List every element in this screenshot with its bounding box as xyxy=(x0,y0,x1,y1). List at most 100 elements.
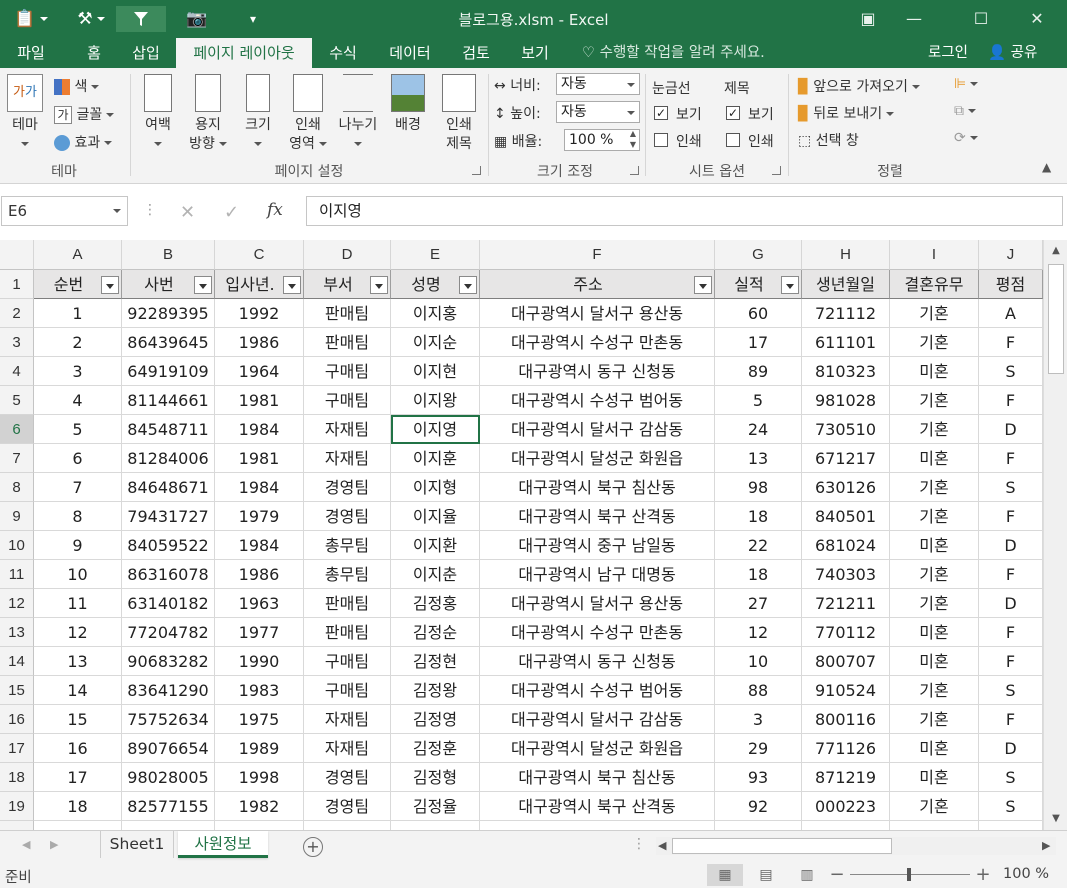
table-cell[interactable]: S xyxy=(979,357,1043,386)
table-cell[interactable]: 60 xyxy=(715,299,802,328)
filter-dropdown-icon[interactable] xyxy=(459,276,477,294)
vertical-scroll-thumb[interactable] xyxy=(1048,264,1064,374)
align-icon[interactable]: ⊫ xyxy=(954,76,979,92)
table-cell[interactable] xyxy=(391,821,480,830)
table-cell[interactable]: 대구광역시 달서구 감삼동 xyxy=(480,415,715,444)
name-box[interactable]: E6 xyxy=(1,196,128,226)
table-cell[interactable]: 경영팀 xyxy=(304,502,391,531)
table-cell[interactable]: 000223 xyxy=(802,792,890,821)
header-cell[interactable]: 생년월일 xyxy=(802,270,890,299)
scale-spinner[interactable]: 100 % ▲ ▼ xyxy=(564,129,640,151)
column-header[interactable]: B xyxy=(122,240,215,270)
table-cell[interactable]: 1998 xyxy=(215,763,304,792)
table-cell[interactable]: F xyxy=(979,328,1043,357)
tab-page-layout[interactable]: 페이지 레이아웃 xyxy=(176,38,312,68)
headings-view-checkbox[interactable]: ✓ xyxy=(726,106,740,120)
table-cell[interactable]: 기혼 xyxy=(890,473,979,502)
table-cell[interactable]: S xyxy=(979,792,1043,821)
theme-fonts-button[interactable]: 가 글꼴 xyxy=(54,104,115,124)
tab-split-handle[interactable]: ⋮ xyxy=(632,836,646,852)
column-header[interactable]: F xyxy=(480,240,715,270)
table-cell[interactable]: 자재팀 xyxy=(304,705,391,734)
table-cell[interactable]: 13 xyxy=(715,444,802,473)
header-cell[interactable]: 순번 xyxy=(34,270,122,299)
table-cell[interactable]: 1992 xyxy=(215,299,304,328)
cancel-icon[interactable]: ✕ xyxy=(180,202,195,223)
table-cell[interactable]: 이지홍 xyxy=(391,299,480,328)
table-cell[interactable] xyxy=(802,821,890,830)
table-cell[interactable]: 81144661 xyxy=(122,386,215,415)
column-header[interactable]: D xyxy=(304,240,391,270)
table-cell[interactable]: 75752634 xyxy=(122,705,215,734)
filter-dropdown-icon[interactable] xyxy=(781,276,799,294)
table-cell[interactable]: 81284006 xyxy=(122,444,215,473)
table-cell[interactable]: 611101 xyxy=(802,328,890,357)
table-cell[interactable]: 82577155 xyxy=(122,792,215,821)
table-cell[interactable]: 840501 xyxy=(802,502,890,531)
table-cell[interactable]: 1977 xyxy=(215,618,304,647)
table-cell[interactable]: 84059522 xyxy=(122,531,215,560)
table-cell[interactable]: 9 xyxy=(34,531,122,560)
scroll-left-icon[interactable]: ◀ xyxy=(658,839,666,852)
filter-dropdown-icon[interactable] xyxy=(694,276,712,294)
table-cell[interactable]: 대구광역시 북구 침산동 xyxy=(480,763,715,792)
prev-sheet-icon[interactable]: ◀ xyxy=(22,838,30,851)
table-cell[interactable]: 경영팀 xyxy=(304,792,391,821)
table-cell[interactable]: 대구광역시 달성군 화원읍 xyxy=(480,734,715,763)
send-backward-button[interactable]: ▉ 뒤로 보내기 xyxy=(798,103,895,123)
table-cell[interactable]: 기혼 xyxy=(890,705,979,734)
table-cell[interactable]: 이지춘 xyxy=(391,560,480,589)
table-cell[interactable]: 88 xyxy=(715,676,802,705)
page-layout-view-icon[interactable]: ▤ xyxy=(748,864,784,886)
table-cell[interactable]: 대구광역시 달서구 감삼동 xyxy=(480,705,715,734)
table-cell[interactable]: 1964 xyxy=(215,357,304,386)
scroll-down-icon[interactable]: ▼ xyxy=(1044,810,1067,828)
row-header[interactable] xyxy=(0,821,34,830)
sheet-tab-active[interactable]: 사원정보 xyxy=(178,831,268,858)
table-cell[interactable]: 대구광역시 달서구 용산동 xyxy=(480,299,715,328)
tab-home[interactable]: 홈 xyxy=(72,38,116,68)
table-cell[interactable]: 미혼 xyxy=(890,763,979,792)
formula-input[interactable]: 이지영 xyxy=(306,196,1063,226)
column-header[interactable]: I xyxy=(890,240,979,270)
table-cell[interactable]: 86316078 xyxy=(122,560,215,589)
table-cell[interactable] xyxy=(480,821,715,830)
table-cell[interactable]: 구매팀 xyxy=(304,386,391,415)
table-cell[interactable]: 1986 xyxy=(215,560,304,589)
themes-button[interactable]: 가가 테마 xyxy=(4,74,46,154)
row-header[interactable]: 8 xyxy=(0,473,34,502)
table-cell[interactable]: F xyxy=(979,705,1043,734)
header-cell[interactable]: 사번 xyxy=(122,270,215,299)
table-cell[interactable]: F xyxy=(979,444,1043,473)
row-header[interactable]: 19 xyxy=(0,792,34,821)
column-header[interactable]: C xyxy=(215,240,304,270)
row-header[interactable]: 10 xyxy=(0,531,34,560)
table-cell[interactable]: 대구광역시 수성구 범어동 xyxy=(480,676,715,705)
table-cell[interactable]: 대구광역시 달서구 용산동 xyxy=(480,589,715,618)
sheet-options-launcher-icon[interactable] xyxy=(772,166,781,175)
table-cell[interactable] xyxy=(304,821,391,830)
column-header[interactable]: H xyxy=(802,240,890,270)
row-header[interactable]: 15 xyxy=(0,676,34,705)
header-cell[interactable]: 평점 xyxy=(979,270,1043,299)
table-cell[interactable]: 이지훈 xyxy=(391,444,480,473)
tab-formulas[interactable]: 수식 xyxy=(318,38,368,68)
table-cell[interactable]: 79431727 xyxy=(122,502,215,531)
table-cell[interactable]: 1983 xyxy=(215,676,304,705)
group-objects-icon[interactable]: ⧉ xyxy=(954,103,976,119)
header-cell[interactable]: 입사년. xyxy=(215,270,304,299)
column-header[interactable]: A xyxy=(34,240,122,270)
header-cell[interactable]: 결혼유무 xyxy=(890,270,979,299)
row-header[interactable]: 13 xyxy=(0,618,34,647)
table-cell[interactable]: 판매팀 xyxy=(304,328,391,357)
table-cell[interactable]: 김정영 xyxy=(391,705,480,734)
table-cell[interactable]: 김정율 xyxy=(391,792,480,821)
tab-view[interactable]: 보기 xyxy=(510,38,560,68)
table-cell[interactable]: 24 xyxy=(715,415,802,444)
table-cell[interactable]: 18 xyxy=(715,560,802,589)
table-cell[interactable]: 1 xyxy=(34,299,122,328)
table-cell[interactable]: 10 xyxy=(715,647,802,676)
row-header[interactable]: 7 xyxy=(0,444,34,473)
table-cell[interactable]: D xyxy=(979,415,1043,444)
table-cell[interactable]: A xyxy=(979,299,1043,328)
